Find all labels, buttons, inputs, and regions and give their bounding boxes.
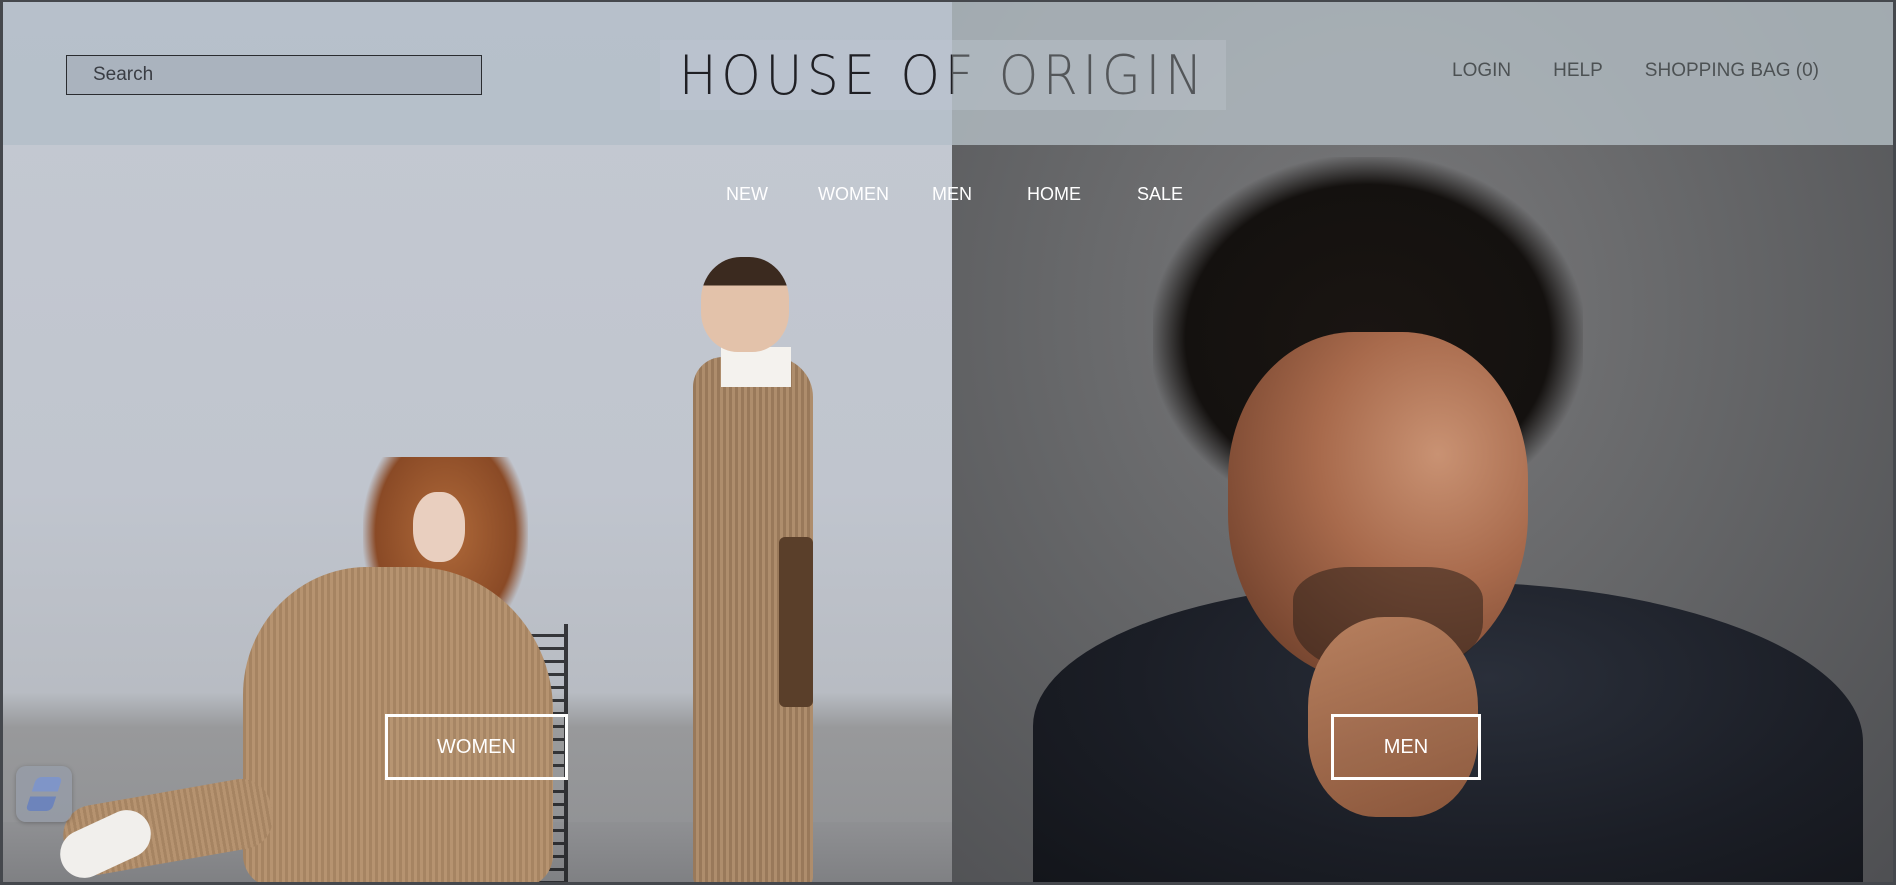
app-logo-icon (25, 777, 63, 811)
main-nav: NEW WOMEN MEN HOME SALE (3, 184, 1893, 210)
model-boy-belt (779, 537, 813, 707)
shopping-bag-link[interactable]: SHOPPING BAG (0) (1645, 60, 1819, 82)
model-girl-face (413, 492, 465, 562)
nav-item-men[interactable]: MEN (932, 184, 972, 205)
brand-logo-text: HOUSE OF ORIGIN (678, 43, 1208, 107)
help-link[interactable]: HELP (1553, 60, 1603, 82)
login-link[interactable]: LOGIN (1452, 60, 1511, 82)
header-links: LOGIN HELP SHOPPING BAG (0) (1452, 60, 1819, 82)
nav-item-women[interactable]: WOMEN (818, 184, 889, 205)
page-frame: HOUSE OF ORIGIN LOGIN HELP SHOPPING BAG … (0, 0, 1896, 885)
site-header: HOUSE OF ORIGIN LOGIN HELP SHOPPING BAG … (3, 2, 1893, 145)
nav-item-new[interactable]: NEW (726, 184, 768, 205)
floating-app-button[interactable] (16, 766, 72, 822)
shop-men-button[interactable]: MEN (1331, 714, 1481, 780)
nav-item-home[interactable]: HOME (1027, 184, 1081, 205)
search-input[interactable] (91, 63, 481, 87)
nav-item-sale[interactable]: SALE (1137, 184, 1183, 205)
shop-women-button[interactable]: WOMEN (385, 714, 568, 780)
model-boy-collar (721, 347, 791, 387)
brand-logo[interactable]: HOUSE OF ORIGIN (660, 40, 1226, 110)
model-boy-head (701, 257, 789, 352)
search-box[interactable] (66, 55, 482, 95)
